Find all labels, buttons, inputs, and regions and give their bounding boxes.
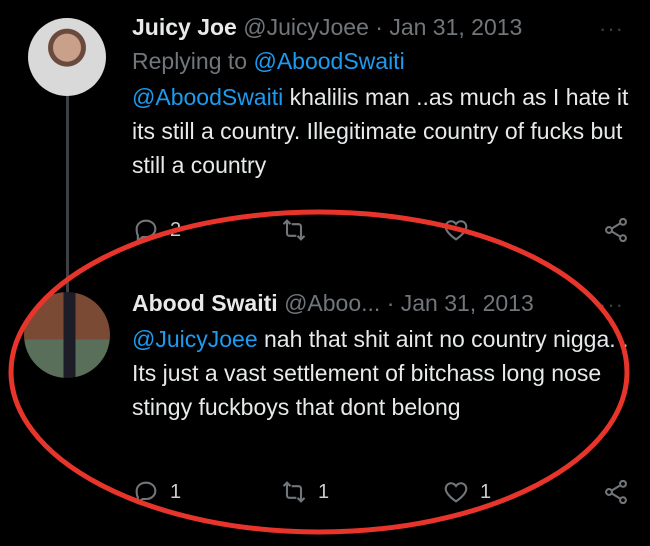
body-mention[interactable]: @AboodSwaiti bbox=[132, 84, 283, 110]
retweet-button[interactable]: 1 bbox=[280, 478, 329, 506]
body-mention[interactable]: @JuicyJoee bbox=[132, 326, 258, 352]
tweet-header: Juicy Joe @JuicyJoee · Jan 31, 2013 bbox=[132, 10, 630, 44]
heart-icon bbox=[444, 482, 468, 503]
avatar-abood-swaiti[interactable] bbox=[24, 292, 110, 378]
share-button[interactable] bbox=[602, 478, 630, 506]
retweet-icon bbox=[282, 481, 306, 503]
tweet-actions: 2 bbox=[132, 216, 630, 248]
reply-icon bbox=[135, 481, 157, 505]
tweet-juicy-joe[interactable]: ··· Juicy Joe @JuicyJoee · Jan 31, 2013 … bbox=[132, 10, 630, 243]
retweet-button[interactable] bbox=[280, 216, 318, 244]
share-icon bbox=[605, 217, 627, 243]
tweet-date[interactable]: Jan 31, 2013 bbox=[401, 290, 534, 316]
author-handle[interactable]: @JuicyJoee bbox=[243, 14, 369, 40]
tweet-header: Abood Swaiti @Aboo... · Jan 31, 2013 bbox=[132, 286, 630, 320]
like-button[interactable] bbox=[442, 216, 480, 244]
replying-to-mention[interactable]: @AboodSwaiti bbox=[253, 48, 404, 74]
tweet-actions: 1 1 1 bbox=[132, 478, 630, 510]
reply-icon bbox=[135, 219, 157, 243]
heart-icon bbox=[444, 220, 468, 241]
author-name[interactable]: Abood Swaiti bbox=[132, 290, 278, 316]
reply-button[interactable]: 1 bbox=[132, 478, 181, 506]
reply-count: 1 bbox=[170, 480, 182, 503]
like-button[interactable]: 1 bbox=[442, 478, 491, 506]
replying-to-label: Replying to bbox=[132, 48, 254, 74]
tweet-text: @AboodSwaiti khalilis man ..as much as I… bbox=[132, 80, 630, 182]
tweet-date[interactable]: Jan 31, 2013 bbox=[389, 14, 522, 40]
separator-dot: · bbox=[375, 14, 383, 40]
tweet-abood-swaiti[interactable]: ··· Abood Swaiti @Aboo... · Jan 31, 2013… bbox=[132, 286, 630, 505]
thread-connector-line bbox=[66, 96, 69, 296]
tweet-text: @JuicyJoee nah that shit aint no country… bbox=[132, 322, 630, 424]
reply-count: 2 bbox=[170, 218, 182, 241]
reply-button[interactable]: 2 bbox=[132, 216, 181, 244]
more-icon[interactable]: ··· bbox=[599, 292, 624, 318]
retweet-icon bbox=[282, 219, 306, 241]
like-count: 1 bbox=[480, 480, 492, 503]
avatar-juicy-joe[interactable] bbox=[28, 18, 106, 96]
retweet-count: 1 bbox=[318, 480, 330, 503]
more-icon[interactable]: ··· bbox=[599, 16, 624, 42]
author-handle[interactable]: @Aboo... bbox=[284, 290, 380, 316]
share-icon bbox=[605, 479, 627, 505]
replying-to-line: Replying to @AboodSwaiti bbox=[132, 44, 630, 78]
separator-dot: · bbox=[386, 290, 395, 316]
author-name[interactable]: Juicy Joe bbox=[132, 14, 237, 40]
share-button[interactable] bbox=[602, 216, 630, 244]
